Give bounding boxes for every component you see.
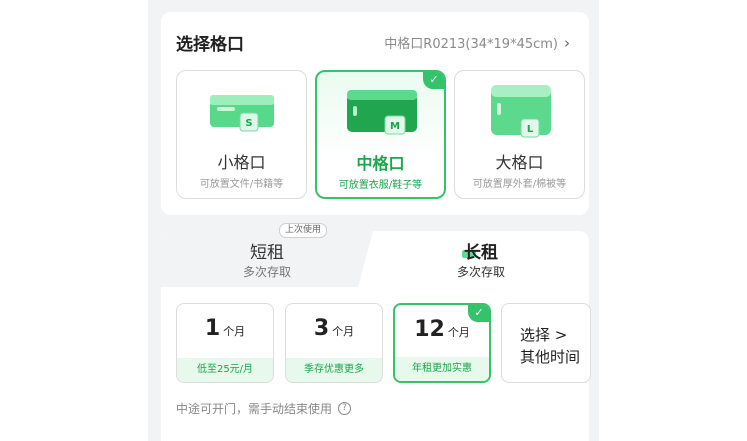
- help-icon[interactable]: ?: [338, 402, 352, 415]
- duration-promo: 年租更加实惠: [395, 357, 489, 381]
- size-name: 大格口: [495, 153, 544, 172]
- duration-promo: 低至25元/月: [177, 358, 273, 382]
- size-option-small[interactable]: S 小格口 可放置文件/书籍等: [176, 70, 307, 199]
- duration-unit: 个月: [223, 325, 246, 338]
- size-option-large[interactable]: L 大格口 可放置厚外套/棉被等: [454, 70, 585, 199]
- usage-note: 中途可开门，需手动结束使用 ?: [176, 400, 352, 417]
- other-time-line1: 选择 >: [520, 326, 568, 344]
- tab-title: 短租: [250, 243, 284, 263]
- duration-option-3-months[interactable]: 3 个月 季存优惠更多: [285, 303, 383, 383]
- size-name: 小格口: [217, 153, 266, 172]
- size-option-medium[interactable]: ✓ M 中格口 可放置衣服/鞋子等: [315, 70, 446, 199]
- locker-box-medium-icon: M: [347, 90, 417, 135]
- last-used-badge: 上次使用: [279, 223, 328, 238]
- duration-promo: 季存优惠更多: [286, 358, 382, 382]
- duration-option-1-month[interactable]: 1 个月 低至25元/月: [176, 303, 274, 383]
- duration-unit: 个月: [447, 326, 470, 339]
- usage-note-text: 中途可开门，需手动结束使用: [176, 402, 333, 416]
- tab-subtitle: 多次存取: [242, 265, 291, 279]
- locker-box-large-icon: L: [491, 85, 551, 138]
- size-desc: 可放置厚外套/棉被等: [472, 179, 567, 190]
- duration-number: 3: [313, 316, 330, 341]
- tab-subtitle: 多次存取: [456, 265, 505, 279]
- size-badge-l: L: [527, 124, 534, 135]
- duration-option-other[interactable]: 选择 > 其他时间: [501, 303, 591, 383]
- section-title: 选择格口: [176, 35, 244, 55]
- size-name: 中格口: [356, 154, 405, 173]
- other-time-line2: 其他时间: [520, 348, 581, 366]
- size-badge-m: M: [390, 121, 400, 132]
- size-desc: 可放置衣服/鞋子等: [338, 180, 423, 191]
- chevron-right-icon: ›: [564, 33, 570, 52]
- duration-number: 1: [204, 316, 221, 341]
- locker-box-small-icon: S: [210, 95, 274, 132]
- spec-text: 中格口R0213(34*19*45cm): [384, 37, 558, 52]
- tab-title: 长租: [464, 243, 498, 263]
- duration-unit: 个月: [332, 325, 355, 338]
- duration-number: 12: [414, 317, 445, 342]
- size-desc: 可放置文件/书籍等: [199, 179, 284, 190]
- selected-spec-link[interactable]: 中格口R0213(34*19*45cm) ›: [384, 33, 570, 53]
- duration-option-12-months[interactable]: ✓ 12 个月 年租更加实惠: [393, 303, 491, 383]
- tab-short-rent[interactable]: 短租 多次存取: [161, 231, 373, 287]
- size-badge-s: S: [245, 118, 252, 129]
